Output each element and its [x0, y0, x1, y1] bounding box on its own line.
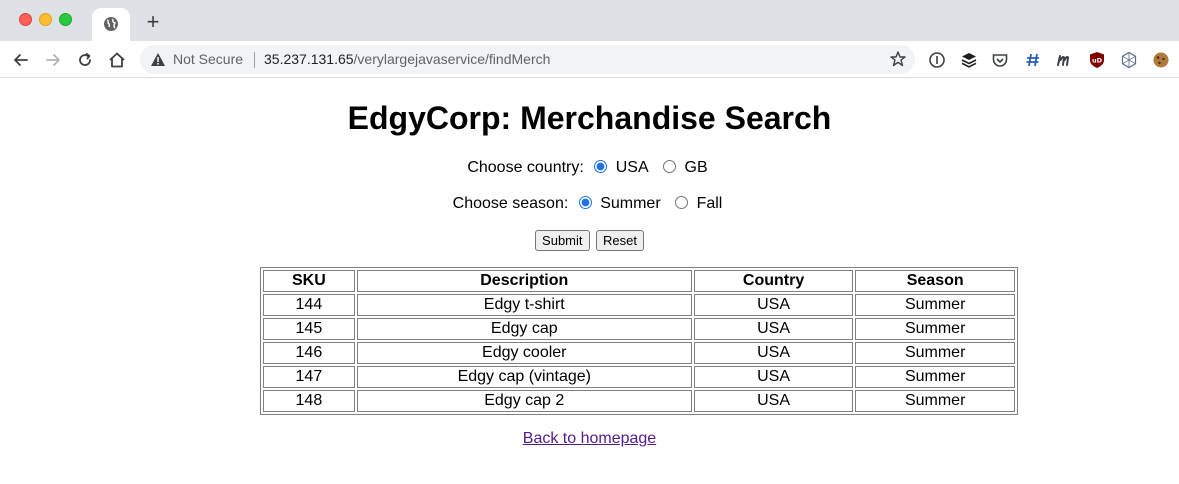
table-row: 147 Edgy cap (vintage) USA Summer [263, 366, 1015, 388]
cell-season: Summer [855, 390, 1015, 412]
tab-bar: + [0, 0, 1179, 41]
season-radio-summer[interactable] [578, 196, 592, 209]
omnibox-divider [254, 52, 255, 68]
cell-sku: 147 [263, 366, 355, 388]
cell-season: Summer [855, 366, 1015, 388]
cell-country: USA [693, 342, 854, 364]
cell-country: USA [693, 390, 854, 412]
back-to-homepage-link[interactable]: Back to homepage [523, 430, 656, 447]
m-icon[interactable] [1055, 50, 1075, 70]
page-content: EdgyCorp: Merchandise Search Choose coun… [0, 79, 1179, 484]
table-row: 144 Edgy t-shirt USA Summer [263, 294, 1015, 316]
submit-button[interactable]: Submit [535, 230, 590, 251]
hashtag-icon[interactable] [1023, 50, 1043, 70]
cell-description: Edgy cap (vintage) [356, 366, 692, 388]
active-tab[interactable] [92, 8, 130, 41]
header-season: Season [855, 270, 1015, 292]
cell-description: Edgy cap [356, 318, 692, 340]
layers-icon[interactable] [959, 50, 979, 70]
cell-country: USA [693, 294, 854, 316]
minimize-window-button[interactable] [39, 13, 52, 26]
header-description: Description [356, 270, 692, 292]
table-row: 148 Edgy cap 2 USA Summer [263, 390, 1015, 412]
cell-description: Edgy cap 2 [356, 390, 692, 412]
cell-country: USA [693, 318, 854, 340]
address-bar[interactable]: Not Secure 35.237.131.65/verylargejavase… [140, 45, 915, 74]
season-label: Choose season: [452, 195, 569, 212]
country-selector: Choose country: USA GB [0, 158, 1179, 178]
hexagon-icon[interactable] [1119, 50, 1139, 70]
close-window-button[interactable] [19, 13, 32, 26]
cell-sku: 146 [263, 342, 355, 364]
table-header-row: SKU Description Country Season [263, 270, 1015, 292]
new-tab-button[interactable]: + [142, 11, 164, 33]
url-text[interactable]: 35.237.131.65/verylargejavaservice/findM… [264, 51, 550, 67]
table-row: 146 Edgy cooler USA Summer [263, 342, 1015, 364]
pocket-icon[interactable] [990, 50, 1010, 70]
forward-arrow-icon[interactable] [43, 50, 63, 70]
cell-season: Summer [855, 342, 1015, 364]
reload-icon[interactable] [75, 50, 95, 70]
country-option-usa[interactable]: USA [616, 159, 649, 176]
page-title: EdgyCorp: Merchandise Search [347, 100, 832, 136]
warning-icon[interactable] [150, 52, 166, 72]
cell-sku: 144 [263, 294, 355, 316]
svg-text:uD: uD [1092, 57, 1103, 65]
country-option-gb[interactable]: GB [685, 159, 708, 176]
cell-description: Edgy cooler [356, 342, 692, 364]
season-radio-fall[interactable] [675, 196, 689, 209]
form-buttons: Submit Reset [0, 230, 1179, 251]
season-option-fall[interactable]: Fall [697, 195, 723, 212]
bookmark-star-icon[interactable] [889, 50, 907, 73]
header-country: Country [693, 270, 854, 292]
reset-button[interactable]: Reset [595, 230, 644, 251]
country-radio-usa[interactable] [594, 160, 608, 173]
country-radio-gb[interactable] [663, 160, 677, 173]
maximize-window-button[interactable] [59, 13, 72, 26]
globe-icon [103, 16, 119, 37]
cell-sku: 148 [263, 390, 355, 412]
browser-toolbar: Not Secure 35.237.131.65/verylargejavase… [0, 41, 1179, 78]
season-option-summer[interactable]: Summer [600, 195, 660, 212]
back-arrow-icon[interactable] [11, 50, 31, 70]
back-link-container: Back to homepage [0, 430, 1179, 448]
country-label: Choose country: [467, 159, 584, 176]
home-icon[interactable] [107, 50, 127, 70]
url-path: /verylargejavaservice/findMerch [353, 51, 551, 67]
cell-sku: 145 [263, 318, 355, 340]
security-label[interactable]: Not Secure [173, 51, 243, 67]
ublock-icon[interactable]: uD [1087, 50, 1107, 70]
cell-description: Edgy t-shirt [356, 294, 692, 316]
url-host: 35.237.131.65 [264, 51, 354, 67]
season-selector: Choose season: Summer Fall [0, 194, 1179, 214]
merchandise-table: SKU Description Country Season 144 Edgy … [260, 267, 1018, 415]
info-icon[interactable] [927, 50, 947, 70]
cell-season: Summer [855, 318, 1015, 340]
table-row: 145 Edgy cap USA Summer [263, 318, 1015, 340]
cell-season: Summer [855, 294, 1015, 316]
header-sku: SKU [263, 270, 355, 292]
cell-country: USA [693, 366, 854, 388]
cookie-icon[interactable] [1151, 50, 1171, 70]
